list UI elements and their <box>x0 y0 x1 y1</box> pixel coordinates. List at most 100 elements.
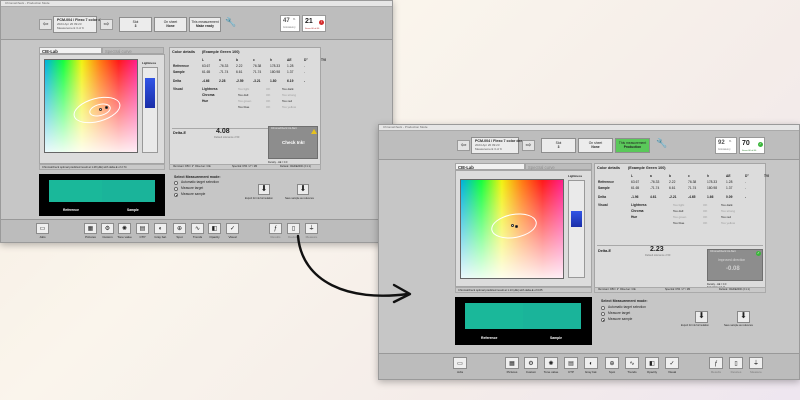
tool-button-opacity[interactable]: ◧ <box>208 223 221 234</box>
tool-label: Gray bal. <box>154 235 167 239</box>
visual-icon: ✓ <box>669 361 675 367</box>
reference-marker <box>511 224 514 227</box>
consistency-score: 47 <box>283 18 290 24</box>
devices-icon: ▯ <box>734 361 738 367</box>
ok-check-icon: ✓ <box>758 142 763 147</box>
table-cell: 76.38 <box>253 64 262 68</box>
visual-right-option: Too dark <box>721 203 733 207</box>
kpi-badge: 70 ✓ Score 60 of 60 <box>739 137 765 154</box>
tool-button-ctp[interactable]: ▤ <box>136 223 149 234</box>
tool-button-custom[interactable]: ⚙ <box>101 223 114 234</box>
tab-cie-lab[interactable]: CIE-Lab <box>455 163 525 170</box>
arrow-curve <box>296 234 410 297</box>
slot-value: 3 <box>557 145 560 150</box>
export-download-icon[interactable]: ⬇ <box>258 184 270 195</box>
previous-arrow-icon[interactable]: ⇦ <box>457 140 470 151</box>
tab-spectral-curve[interactable]: Spectral curve <box>102 47 164 54</box>
tool-button-tone-value[interactable]: ✺ <box>544 357 558 369</box>
slot-button[interactable]: Slot 3 <box>541 138 576 153</box>
tool-button-visual[interactable]: ✓ <box>226 223 239 234</box>
footer-info-strip: Illuminant: D50 / 2° Observer: CIE Spect… <box>169 164 321 170</box>
radio-measure-target[interactable] <box>601 312 605 316</box>
export-download-icon[interactable]: ⬇ <box>695 311 708 323</box>
tool-button-devices[interactable]: ▯ <box>729 357 743 369</box>
consistency-label: Consistency <box>718 149 731 151</box>
visual-icon: ✓ <box>229 226 236 232</box>
ab-color-plane[interactable] <box>44 59 138 153</box>
column-header: b <box>669 174 672 178</box>
on-sheet-button[interactable]: On sheet None <box>578 138 613 153</box>
slot-value: 3 <box>134 24 137 29</box>
tool-button-results[interactable]: ƒ <box>269 223 282 234</box>
reference-label: Reference <box>481 336 498 340</box>
ab-color-plane[interactable] <box>460 179 564 279</box>
job-info[interactable]: PCM-004 / Flexo 7 color dem 2024 Apr 20 … <box>53 16 106 33</box>
tool-button-spot[interactable]: ⊕ <box>605 357 619 369</box>
visual-left-option: Too blue <box>673 221 685 225</box>
lightness-fill <box>571 211 582 227</box>
cie-lab-panel: Lightness <box>39 54 165 164</box>
tool-button-gray-bal-[interactable]: ◐ <box>154 223 167 234</box>
row-label: Sample <box>173 70 185 74</box>
measurement-mode-button[interactable]: This measurement Make ready <box>189 17 221 32</box>
cie-lab-panel: Lightness <box>455 170 592 287</box>
tool-label: Spot <box>608 370 616 374</box>
next-arrow-icon[interactable]: ⇨ <box>522 140 535 151</box>
tool-button-jobs[interactable]: ▭ <box>453 357 467 369</box>
table-cell: -3.21 <box>253 79 261 83</box>
option-automatic: Automatic target selection <box>608 305 646 309</box>
tool-button-tone-value[interactable]: ✺ <box>118 223 131 234</box>
tab-spectral-curve[interactable]: Spectral curve <box>525 163 592 170</box>
wrench-icon[interactable]: 🔧 <box>656 138 667 149</box>
job-info[interactable]: PCM-004 / Flexo 7 color dem 2024 Apr 20 … <box>471 137 524 154</box>
save-label: Save sample as reference <box>285 197 315 200</box>
tool-button-ctp[interactable]: ▤ <box>564 357 578 369</box>
window-production: ChromaCheck - Production Mode ⇦ PCM-004 … <box>378 124 800 380</box>
measurement-mode-button[interactable]: This measurement Production <box>615 138 650 153</box>
save-download-icon[interactable]: ⬇ <box>297 184 309 195</box>
row-label: Reference <box>173 64 189 68</box>
next-arrow-icon[interactable]: ⇨ <box>100 19 113 30</box>
slot-button[interactable]: Slot 3 <box>119 17 152 32</box>
tool-button-gray-bal-[interactable]: ◐ <box>584 357 598 369</box>
tool-label: Gray bal. <box>584 370 598 374</box>
table-cell: 0.09 <box>726 195 733 199</box>
tab-cie-lab[interactable]: CIE-Lab <box>39 47 102 54</box>
save-download-icon[interactable]: ⬇ <box>737 311 750 323</box>
tool-button-jobs[interactable]: ▭ <box>36 223 49 234</box>
delta-e-label: Delta-E <box>173 131 187 135</box>
window-title: ChromaCheck - Production Mode <box>5 1 50 5</box>
color-details-panel: Color details (Example Green 100) La b c h Δ… <box>169 47 326 170</box>
tool-button-spot[interactable]: ⊕ <box>173 223 186 234</box>
delta-e-label: Delta-E <box>598 249 612 253</box>
consistency-score: 92 <box>718 140 725 146</box>
delta-e-value: 2.23 <box>650 246 664 253</box>
radio-measure-sample[interactable] <box>174 193 178 197</box>
previous-arrow-icon[interactable]: ⇦ <box>39 19 52 30</box>
tool-button-opacity[interactable]: ◧ <box>645 357 659 369</box>
visual-right-option: Too red <box>282 99 293 103</box>
tool-label: CTP <box>568 370 574 374</box>
on-sheet-value: None <box>591 145 600 150</box>
on-sheet-button[interactable]: On sheet None <box>154 17 187 32</box>
table-cell: 1.28 <box>726 180 733 184</box>
tool-button-trends[interactable]: ∿ <box>191 223 204 234</box>
visual-mid-option: OK <box>266 99 271 103</box>
tool-button-visual[interactable]: ✓ <box>665 357 679 369</box>
tool-button-pictures[interactable]: ▦ <box>84 223 97 234</box>
wrench-icon[interactable]: 🔧 <box>225 17 236 28</box>
radio-automatic[interactable] <box>601 306 605 310</box>
tool-button-trends[interactable]: ∿ <box>625 357 639 369</box>
radio-automatic[interactable] <box>174 181 178 185</box>
tool-button-results[interactable]: ƒ <box>709 357 723 369</box>
tool-button-pictures[interactable]: ▦ <box>505 357 519 369</box>
radio-measure-target[interactable] <box>174 187 178 191</box>
tool-button-custom[interactable]: ⚙ <box>524 357 538 369</box>
tolerance-ellipse-outer <box>70 92 124 128</box>
table-cell: 178.33 <box>707 180 718 184</box>
tool-button-measure[interactable]: ⏚ <box>749 357 763 369</box>
lightness-label: Lightness <box>568 174 583 178</box>
measure-icon: ⏚ <box>752 361 759 367</box>
delta-e-value: 4.08 <box>216 128 230 135</box>
radio-measure-sample[interactable] <box>601 318 605 322</box>
